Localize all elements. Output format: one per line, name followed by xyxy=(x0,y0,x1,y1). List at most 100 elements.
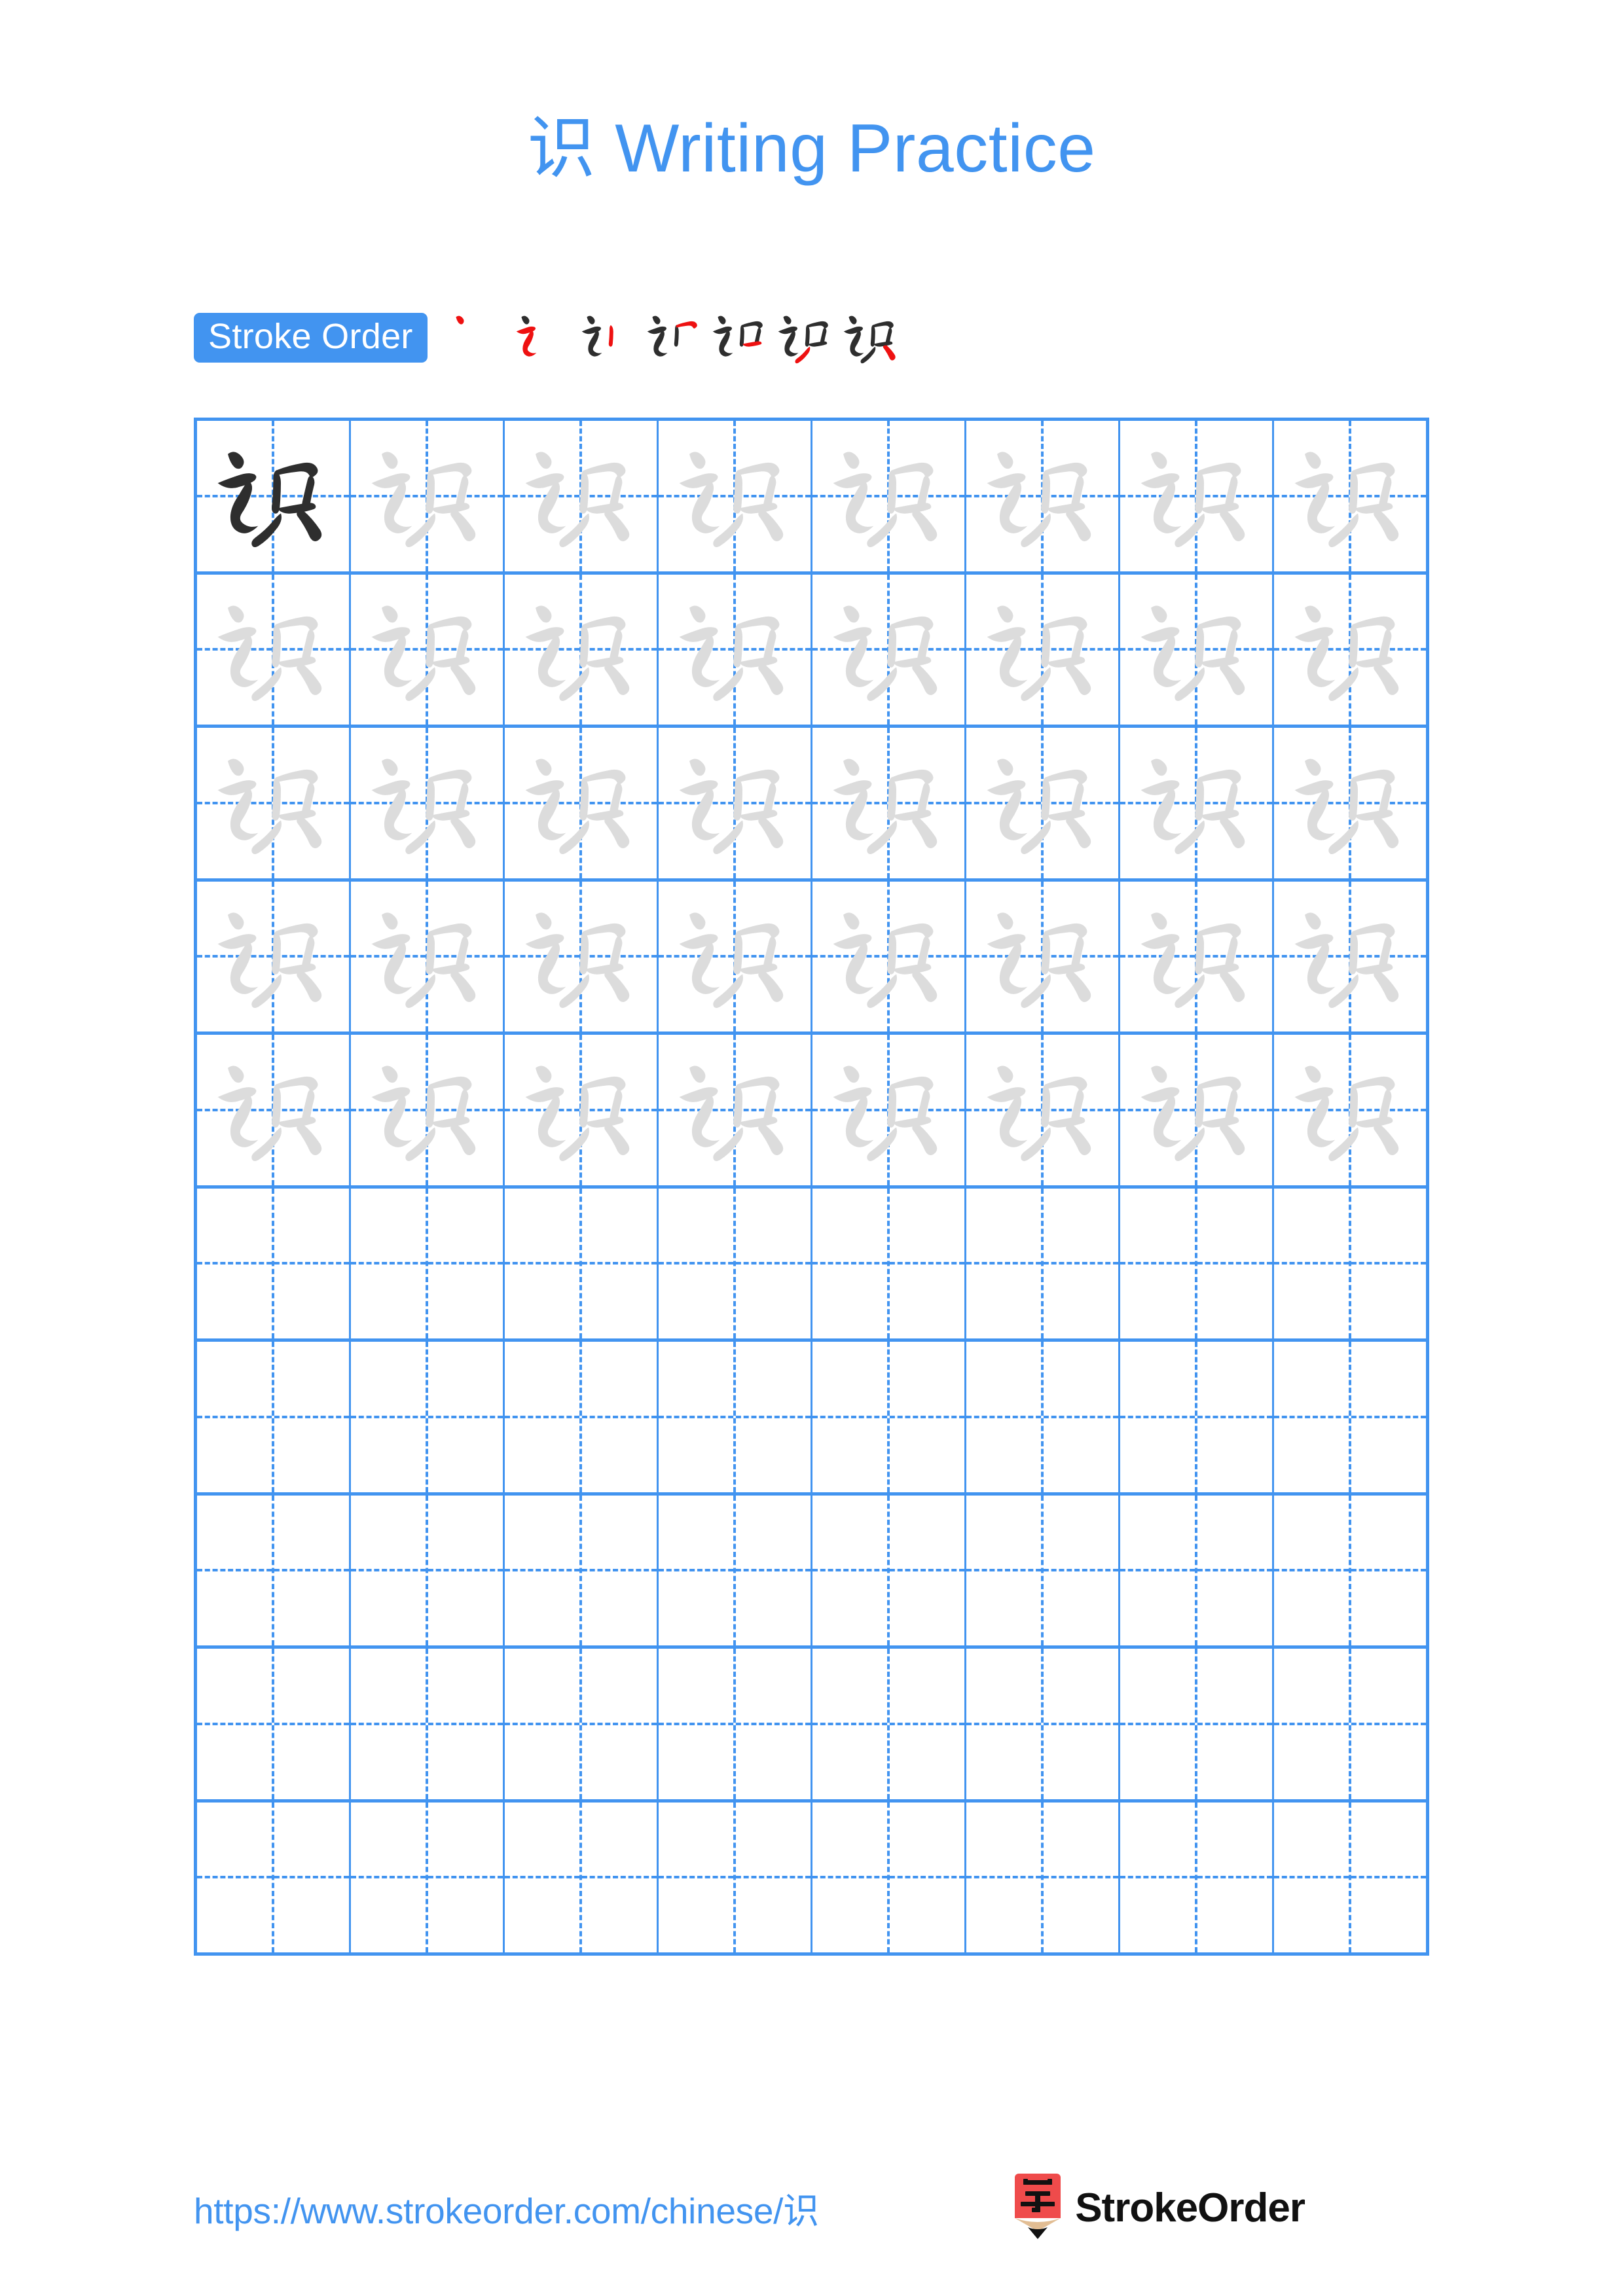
grid-cell-empty[interactable] xyxy=(1274,1342,1426,1492)
grid-cell-empty[interactable] xyxy=(197,1649,351,1799)
grid-cell-trace[interactable] xyxy=(812,574,966,725)
grid-cell-trace[interactable] xyxy=(197,728,351,878)
character-glyph-trace xyxy=(659,421,811,571)
grid-cell-trace[interactable] xyxy=(1274,882,1426,1032)
source-url[interactable]: https://www.strokeorder.com/chinese/识 xyxy=(194,2181,819,2234)
grid-cell-trace[interactable] xyxy=(1274,1035,1426,1185)
grid-cell-empty[interactable] xyxy=(659,1649,812,1799)
grid-cell-trace[interactable] xyxy=(1274,575,1426,725)
stroke-step-1 xyxy=(447,306,510,369)
grid-cell-trace[interactable] xyxy=(505,728,659,878)
grid-cell-empty[interactable] xyxy=(505,1649,659,1799)
character-glyph-trace xyxy=(197,1035,349,1185)
grid-row xyxy=(197,1342,1426,1496)
grid-cell-empty[interactable] xyxy=(812,1802,966,1952)
grid-cell-empty[interactable] xyxy=(1274,1649,1426,1799)
grid-cell-empty[interactable] xyxy=(1120,1495,1274,1645)
grid-cell-trace[interactable] xyxy=(966,728,1120,878)
character-glyph-trace xyxy=(812,421,964,571)
grid-cell-empty[interactable] xyxy=(966,1188,1120,1338)
grid-cell-trace[interactable] xyxy=(351,728,505,878)
grid-cell-trace[interactable] xyxy=(1120,881,1274,1031)
grid-cell-empty[interactable] xyxy=(505,1802,659,1952)
grid-cell-empty[interactable] xyxy=(1120,1342,1274,1492)
grid-cell-empty[interactable] xyxy=(505,1188,659,1338)
grid-cell-trace[interactable] xyxy=(351,1035,505,1185)
grid-cell-trace[interactable] xyxy=(197,1035,351,1185)
grid-cell-trace[interactable] xyxy=(966,881,1120,1032)
grid-cell-trace[interactable] xyxy=(659,881,812,1032)
grid-cell-trace[interactable] xyxy=(812,1035,966,1185)
grid-cell-empty[interactable] xyxy=(351,1342,505,1492)
character-glyph-trace xyxy=(659,882,811,1032)
grid-cell-trace[interactable] xyxy=(505,881,659,1031)
grid-cell-model[interactable] xyxy=(197,421,351,571)
grid-cell-empty[interactable] xyxy=(1274,1496,1426,1646)
grid-row xyxy=(197,421,1426,575)
grid-cell-trace[interactable] xyxy=(351,881,505,1031)
grid-row xyxy=(197,1035,1426,1189)
grid-cell-empty[interactable] xyxy=(351,1649,505,1799)
grid-cell-trace[interactable] xyxy=(197,881,351,1031)
brand-logo-group[interactable]: StrokeOrder xyxy=(1012,2174,1305,2242)
brand-name: StrokeOrder xyxy=(1075,2185,1305,2231)
stroke-order-badge: Stroke Order xyxy=(194,313,428,363)
grid-cell-empty[interactable] xyxy=(659,1342,812,1492)
character-glyph-trace xyxy=(966,882,1118,1032)
grid-cell-trace[interactable] xyxy=(966,1035,1120,1185)
grid-cell-empty[interactable] xyxy=(1120,1188,1274,1338)
grid-cell-trace[interactable] xyxy=(505,421,659,571)
grid-cell-trace[interactable] xyxy=(966,574,1120,725)
grid-cell-trace[interactable] xyxy=(966,421,1120,571)
grid-cell-empty[interactable] xyxy=(812,1649,966,1799)
grid-cell-trace[interactable] xyxy=(812,881,966,1031)
grid-cell-trace[interactable] xyxy=(351,421,505,571)
grid-cell-trace[interactable] xyxy=(1274,421,1426,571)
grid-cell-empty[interactable] xyxy=(197,1802,351,1952)
grid-cell-empty[interactable] xyxy=(966,1495,1120,1645)
grid-cell-trace[interactable] xyxy=(1120,421,1274,571)
grid-cell-empty[interactable] xyxy=(659,1495,812,1645)
grid-cell-empty[interactable] xyxy=(659,1802,812,1952)
grid-cell-trace[interactable] xyxy=(351,574,505,725)
grid-cell-trace[interactable] xyxy=(1120,728,1274,878)
grid-cell-empty[interactable] xyxy=(197,1188,351,1338)
grid-cell-empty[interactable] xyxy=(197,1495,351,1645)
grid-cell-empty[interactable] xyxy=(505,1495,659,1645)
grid-cell-empty[interactable] xyxy=(1274,1803,1426,1953)
grid-cell-trace[interactable] xyxy=(1120,574,1274,725)
grid-cell-empty[interactable] xyxy=(351,1495,505,1645)
pencil-logo-icon xyxy=(1015,2174,1061,2239)
grid-cell-empty[interactable] xyxy=(812,1495,966,1645)
grid-cell-empty[interactable] xyxy=(351,1802,505,1952)
grid-cell-empty[interactable] xyxy=(966,1802,1120,1952)
grid-cell-trace[interactable] xyxy=(659,1035,812,1185)
grid-cell-empty[interactable] xyxy=(1120,1802,1274,1952)
grid-cell-trace[interactable] xyxy=(812,421,966,571)
grid-cell-empty[interactable] xyxy=(966,1649,1120,1799)
grid-cell-empty[interactable] xyxy=(812,1188,966,1338)
grid-cell-trace[interactable] xyxy=(659,574,812,725)
grid-cell-trace[interactable] xyxy=(1120,1035,1274,1185)
stroke-step-5 xyxy=(709,306,772,369)
grid-cell-empty[interactable] xyxy=(966,1342,1120,1492)
grid-cell-trace[interactable] xyxy=(197,574,351,725)
grid-cell-trace[interactable] xyxy=(1274,728,1426,878)
grid-row xyxy=(197,728,1426,882)
grid-cell-empty[interactable] xyxy=(1120,1649,1274,1799)
grid-cell-empty[interactable] xyxy=(812,1342,966,1492)
grid-cell-trace[interactable] xyxy=(659,421,812,571)
grid-cell-trace[interactable] xyxy=(505,1035,659,1185)
character-glyph-trace xyxy=(812,728,964,878)
grid-cell-empty[interactable] xyxy=(1274,1189,1426,1339)
character-glyph-trace xyxy=(812,575,964,725)
grid-cell-trace[interactable] xyxy=(812,728,966,878)
grid-cell-empty[interactable] xyxy=(659,1188,812,1338)
character-glyph-trace xyxy=(1274,728,1426,878)
grid-cell-empty[interactable] xyxy=(351,1188,505,1338)
grid-cell-empty[interactable] xyxy=(197,1342,351,1492)
grid-cell-trace[interactable] xyxy=(505,574,659,725)
character-glyph-trace xyxy=(1120,575,1272,725)
grid-cell-trace[interactable] xyxy=(659,728,812,878)
grid-cell-empty[interactable] xyxy=(505,1342,659,1492)
